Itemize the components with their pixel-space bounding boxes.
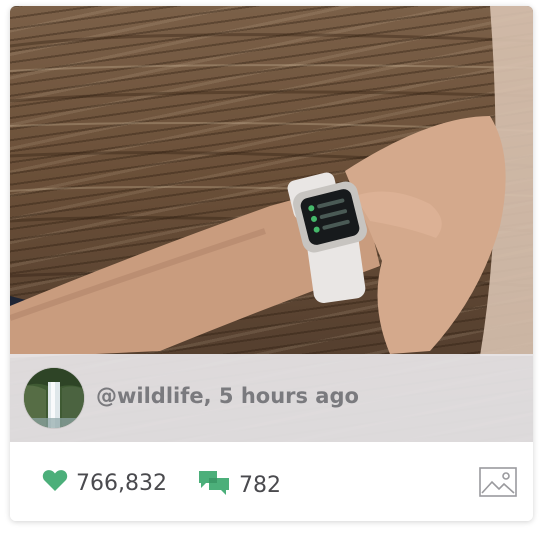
comments-count: 782 [239, 473, 281, 498]
post-footer: 766,832 782 [10, 442, 533, 521]
comments-stat[interactable]: 782 [197, 469, 281, 502]
post-photo[interactable]: @wildlife, 5 hours ago [10, 6, 533, 442]
author-and-time[interactable]: @wildlife, 5 hours ago [96, 384, 359, 408]
image-icon[interactable] [479, 467, 517, 497]
likes-count: 766,832 [76, 471, 167, 496]
waterfall-avatar-image [24, 368, 84, 428]
avatar[interactable] [24, 368, 84, 428]
post-card[interactable]: @wildlife, 5 hours ago 766,832 782 [10, 6, 533, 521]
likes-stat[interactable]: 766,832 [42, 469, 167, 498]
speech-bubbles-icon[interactable] [197, 469, 231, 502]
author-overlay: @wildlife, 5 hours ago [10, 354, 533, 442]
heart-icon[interactable] [42, 469, 68, 498]
